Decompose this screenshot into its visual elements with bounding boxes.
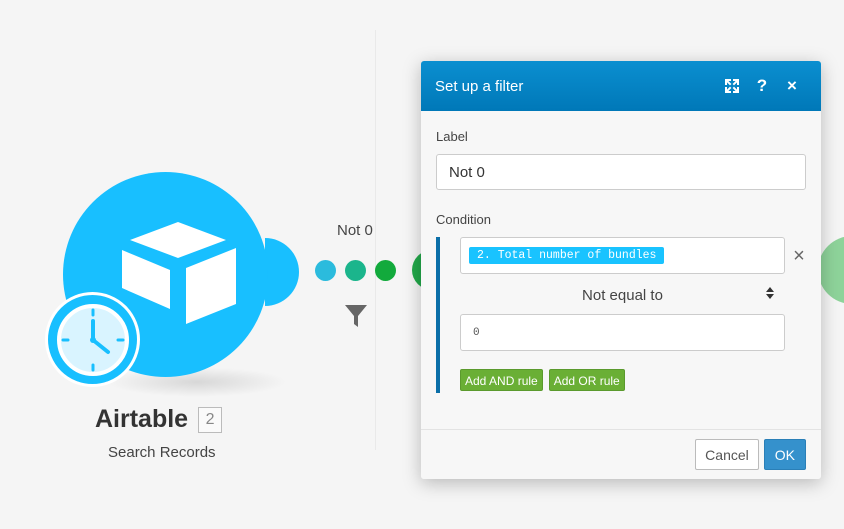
add-or-rule-button[interactable]: Add OR rule	[548, 369, 625, 391]
dialog-footer: Cancel OK	[421, 429, 821, 479]
help-icon: ?	[756, 76, 768, 95]
module-title-text: Airtable	[95, 405, 189, 433]
dialog-title: Set up a filter	[435, 77, 524, 95]
close-button[interactable]: ×	[777, 71, 807, 101]
filter-dialog: Set up a filter ? × Label Condition 2. T…	[421, 61, 821, 479]
funnel-icon[interactable]	[344, 303, 368, 329]
rule-buttons: Add AND rule Add OR rule	[460, 369, 806, 391]
link-dot	[345, 260, 366, 281]
cancel-button[interactable]: Cancel	[695, 439, 759, 470]
remove-icon: ×	[793, 245, 805, 267]
close-icon: ×	[787, 76, 797, 95]
airtable-cube-icon	[122, 222, 236, 324]
module-subtitle: Search Records	[108, 444, 216, 461]
sort-arrows-icon	[766, 287, 774, 299]
link-dot	[315, 260, 336, 281]
module-title: Airtable 2	[95, 405, 295, 434]
expand-button[interactable]	[717, 71, 747, 101]
link-label[interactable]: Not 0	[337, 222, 373, 239]
dialog-body: Label Condition 2. Total number of bundl…	[421, 111, 821, 429]
remove-condition-button[interactable]: ×	[788, 245, 810, 267]
next-module-partial[interactable]	[818, 236, 844, 304]
module-id-badge: 2	[198, 406, 223, 433]
condition-label: Condition	[436, 212, 491, 227]
condition-group: 2. Total number of bundles × Not equal t…	[436, 237, 806, 393]
link-dot	[375, 260, 396, 281]
airtable-module[interactable]: Airtable 2 Search Records	[45, 172, 299, 472]
clock-icon	[57, 304, 129, 376]
canvas-guide-line	[375, 30, 376, 450]
condition-operand-field[interactable]: 2. Total number of bundles	[460, 237, 785, 274]
label-input[interactable]	[436, 154, 806, 190]
ok-button[interactable]: OK	[763, 439, 806, 470]
dialog-header: Set up a filter ? ×	[421, 61, 821, 111]
condition-value-input[interactable]	[460, 314, 785, 351]
label-field-label: Label	[436, 129, 468, 144]
operator-value: Not equal to	[582, 286, 663, 304]
help-button[interactable]: ?	[747, 71, 777, 101]
clock-badge[interactable]	[45, 292, 140, 387]
module-output-connector[interactable]	[265, 238, 299, 306]
operator-select[interactable]: Not equal to	[460, 277, 785, 313]
operand-pill[interactable]: 2. Total number of bundles	[469, 247, 665, 264]
expand-icon	[725, 79, 739, 93]
add-and-rule-button[interactable]: Add AND rule	[460, 369, 543, 391]
